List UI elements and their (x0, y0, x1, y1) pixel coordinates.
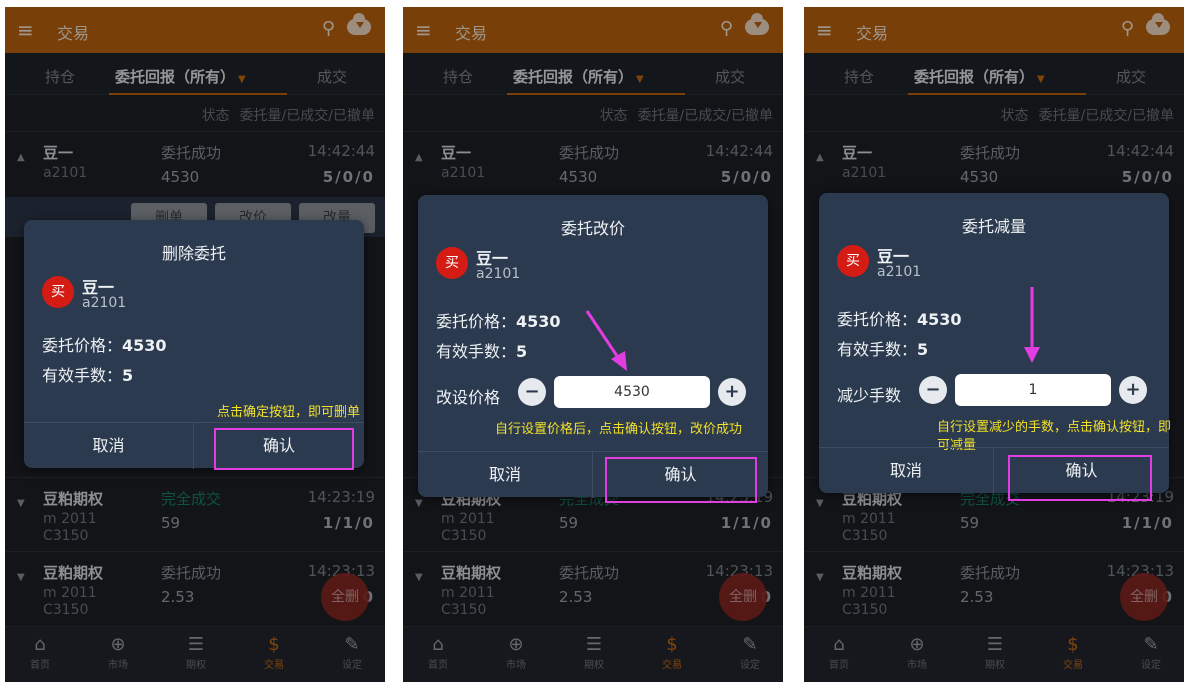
price-label: 委托价格： (837, 310, 918, 329)
order-lots-info: 有效手数：5 (42, 362, 133, 386)
price-label: 委托价格： (42, 336, 123, 355)
cancel-button[interactable]: 取消 (418, 452, 593, 498)
dialog-title: 删除委托 (161, 244, 226, 263)
hint-annotation: 自行设置价格后，点击确认按钮，改价成功 (495, 422, 743, 437)
order-lots-info: 有效手数：5 (436, 338, 527, 362)
reduce-lots-label-text: 减少手数 (837, 386, 902, 405)
price-value: 4530 (917, 310, 962, 329)
buy-badge: 买 (42, 276, 74, 308)
confirm-highlight-box (214, 428, 354, 470)
order-lots-info: 有效手数：5 (837, 336, 928, 360)
product-code: a2101 (82, 295, 127, 311)
price-value: 4530 (122, 336, 167, 355)
price-stepper: − 4530 + (518, 376, 750, 408)
dialog-title: 委托减量 (961, 217, 1026, 236)
arrow-annotation (585, 310, 627, 371)
decrement-button[interactable]: − (518, 378, 546, 406)
order-price-info: 委托价格：4530 (837, 306, 962, 330)
reduce-qty-dialog: 委托减量 买 豆一 a2101 委托价格：4530 有效手数：5 减少手数 − … (819, 193, 1171, 501)
hint-annotation: 点击确定按钮，即可删单 (216, 405, 360, 420)
lots-input[interactable]: 1 (955, 374, 1111, 406)
product-code: a2101 (476, 266, 521, 282)
increment-button[interactable]: + (1119, 376, 1147, 404)
delete-order-dialog: 删除委托 买 豆一 a2101 委托价格：4530 有效手数：5 点击确定按钮，… (24, 220, 364, 470)
phone-screen-modify-price: ≡ 交易 ⚲ 持仓 委托回报（所有） ▼ 成交 状态 委托量/已成交/已撤单 ▲ 豆… (403, 7, 783, 682)
price-input[interactable]: 4530 (554, 376, 710, 408)
cancel-button[interactable]: 取消 (819, 448, 994, 494)
product-code: a2101 (877, 264, 922, 280)
lots-label: 有效手数： (837, 340, 918, 359)
dialog-title: 委托改价 (560, 219, 625, 238)
buy-badge: 买 (436, 247, 468, 279)
lots-value: 5 (122, 366, 134, 385)
decrement-button[interactable]: − (919, 376, 947, 404)
reduce-lots-label: 减少手数 (837, 382, 901, 406)
lots-label: 有效手数： (42, 366, 123, 385)
arrow-annotation (1024, 287, 1040, 363)
phone-screen-delete: ≡ 交易 ⚲ 持仓 委托回报（所有） ▼ 成交 状态 委托量/已成交/已撤单 ▲ 豆… (5, 7, 385, 682)
lots-stepper: − 1 + (919, 374, 1151, 406)
new-price-label-text: 改设价格 (436, 388, 501, 407)
confirm-highlight-box (605, 457, 757, 503)
new-price-label: 改设价格 (436, 384, 500, 408)
buy-badge: 买 (837, 245, 869, 277)
price-value: 4530 (516, 312, 561, 331)
cancel-button[interactable]: 取消 (24, 423, 194, 469)
order-price-info: 委托价格：4530 (436, 308, 561, 332)
confirm-highlight-box (1008, 455, 1152, 501)
lots-value: 5 (516, 342, 528, 361)
lots-label: 有效手数： (436, 342, 517, 361)
lots-value: 5 (917, 340, 929, 359)
price-label: 委托价格： (436, 312, 517, 331)
phone-screen-reduce-qty: ≡ 交易 ⚲ 持仓 委托回报（所有） ▼ 成交 状态 委托量/已成交/已撤单 ▲ 豆… (804, 7, 1184, 682)
order-price-info: 委托价格：4530 (42, 332, 167, 356)
increment-button[interactable]: + (718, 378, 746, 406)
